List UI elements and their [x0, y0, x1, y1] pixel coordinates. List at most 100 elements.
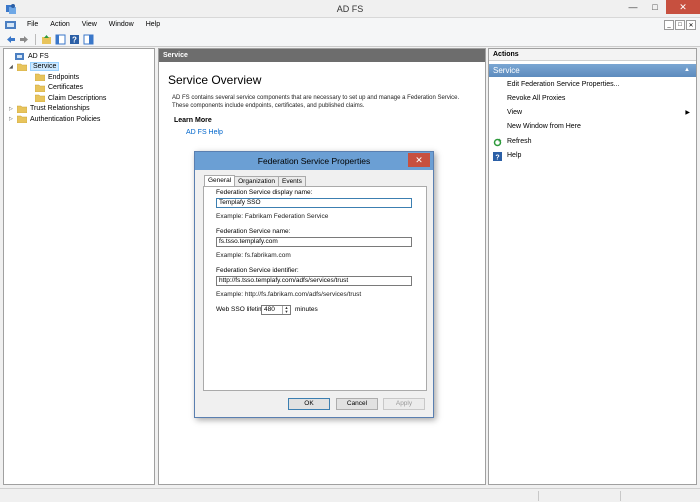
- center-pane-header: Service: [159, 49, 485, 62]
- mdi-restore-button[interactable]: □: [675, 20, 685, 30]
- folder-icon: [35, 94, 45, 102]
- menu-file[interactable]: File: [21, 18, 44, 32]
- spin-arrows-icon[interactable]: ▲ ▼: [282, 306, 290, 314]
- expand-arrow-icon[interactable]: ◢: [9, 64, 15, 70]
- learn-more-heading: Learn More: [174, 117, 212, 124]
- mdi-minimize-button[interactable]: _: [664, 20, 674, 30]
- service-description: AD FS contains several service component…: [172, 95, 460, 109]
- tab-general[interactable]: General: [204, 175, 236, 186]
- apply-button[interactable]: Apply: [383, 398, 425, 410]
- menu-view[interactable]: View: [76, 18, 103, 32]
- svg-text:?: ?: [72, 35, 77, 44]
- status-divider: [620, 491, 621, 501]
- tree-item-authentication-policies[interactable]: ▷ Authentication Policies: [9, 114, 100, 124]
- toolbar: ?: [0, 32, 700, 47]
- tree-item-ad-fs[interactable]: AD FS: [7, 51, 49, 61]
- close-button[interactable]: ✕: [666, 0, 700, 14]
- service-identifier-example: Example: http://fs.fabrikam.com/adfs/ser…: [216, 291, 362, 298]
- console-tree: AD FS ◢ Service Endpoints Certificates Claim …: [3, 48, 155, 485]
- help-icon: ?: [493, 152, 502, 161]
- federation-service-properties-dialog: Federation Service Properties ✕ General …: [194, 151, 434, 418]
- dialog-close-button[interactable]: ✕: [408, 153, 430, 167]
- minimize-button[interactable]: —: [622, 0, 644, 14]
- help-icon[interactable]: ?: [69, 34, 80, 45]
- service-name-example: Example: fs.fabrikam.com: [216, 252, 291, 259]
- menu-bar: File Action View Window Help _ □ ✕: [0, 18, 700, 32]
- show-hide-tree-icon[interactable]: [55, 34, 66, 45]
- menu-help[interactable]: Help: [140, 18, 166, 32]
- action-label: Help: [507, 152, 522, 159]
- action-label: New Window from Here: [507, 123, 581, 130]
- actions-pane: Actions Service ▲ Edit Federation Servic…: [488, 48, 697, 485]
- maximize-button[interactable]: □: [644, 0, 666, 14]
- service-identifier-field[interactable]: http://fs.tsso.templafy.com/adfs/service…: [216, 276, 412, 286]
- actions-header: Actions: [489, 49, 696, 61]
- expand-arrow-icon[interactable]: ▷: [9, 106, 15, 112]
- tree-item-claim-descriptions[interactable]: Claim Descriptions: [27, 93, 106, 103]
- tree-item-label: Claim Descriptions: [48, 94, 107, 102]
- tree-item-label: Authentication Policies: [30, 115, 101, 123]
- service-identifier-label: Federation Service identifier:: [216, 267, 299, 274]
- general-tab-panel: Federation Service display name: Templaf…: [203, 186, 427, 391]
- up-folder-icon[interactable]: [41, 34, 52, 45]
- cancel-button[interactable]: Cancel: [336, 398, 378, 410]
- collapse-caret-icon[interactable]: ▲: [684, 64, 690, 77]
- tab-organization[interactable]: Organization: [234, 176, 279, 186]
- display-name-label: Federation Service display name:: [216, 189, 313, 196]
- sso-lifetime-value: 480: [264, 306, 275, 313]
- action-label: Refresh: [507, 138, 532, 145]
- action-help[interactable]: ? Help: [489, 150, 696, 162]
- page-title: Service Overview: [168, 73, 262, 87]
- sso-lifetime-stepper[interactable]: 480 ▲ ▼: [261, 305, 291, 315]
- window-title: AD FS: [336, 4, 364, 14]
- sso-lifetime-unit: minutes: [295, 306, 318, 313]
- dialog-title-bar: Federation Service Properties ✕: [195, 152, 433, 170]
- tree-item-label: Endpoints: [48, 73, 80, 81]
- forward-arrow-icon[interactable]: [19, 34, 30, 45]
- action-label: View: [507, 109, 523, 116]
- display-name-example: Example: Fabrikam Federation Service: [216, 213, 329, 220]
- tree-item-label: Certificates: [48, 84, 84, 91]
- action-revoke-all-proxies[interactable]: Revoke All Proxies: [489, 93, 696, 105]
- tree-item-label: Service: [30, 62, 60, 71]
- console-icon: [5, 21, 16, 29]
- menu-window[interactable]: Window: [103, 18, 140, 32]
- action-new-window-from-here[interactable]: New Window from Here: [489, 121, 696, 133]
- actions-section-label: Service: [493, 66, 520, 75]
- tree-item-trust-relationships[interactable]: ▷ Trust Relationships: [9, 104, 90, 114]
- dialog-tabs: General Organization Events: [204, 175, 306, 186]
- back-arrow-icon[interactable]: [5, 34, 16, 45]
- adfs-root-icon: [15, 53, 24, 60]
- tree-item-certificates[interactable]: Certificates: [27, 83, 83, 93]
- action-view[interactable]: View ▶: [489, 107, 696, 119]
- status-bar: [0, 488, 700, 502]
- ok-button[interactable]: OK: [288, 398, 330, 410]
- folder-icon: [35, 84, 45, 92]
- action-label: Revoke All Proxies: [507, 95, 566, 102]
- status-divider: [538, 491, 539, 501]
- action-label: Edit Federation Service Properties...: [507, 81, 620, 88]
- tab-events[interactable]: Events: [277, 176, 306, 186]
- tree-item-label: AD FS: [28, 52, 49, 60]
- dialog-title: Federation Service Properties: [257, 156, 371, 166]
- display-name-field[interactable]: Templafy SSO: [216, 198, 412, 208]
- actions-section-service[interactable]: Service ▲: [489, 64, 696, 77]
- svg-text:?: ?: [495, 155, 499, 162]
- tree-item-endpoints[interactable]: Endpoints: [27, 72, 79, 82]
- adfs-help-link[interactable]: AD FS Help: [186, 129, 223, 136]
- service-name-label: Federation Service name:: [216, 228, 291, 235]
- action-edit-federation-service-properties[interactable]: Edit Federation Service Properties...: [489, 79, 696, 91]
- folder-icon: [17, 105, 27, 113]
- tree-item-label: Trust Relationships: [30, 105, 90, 112]
- service-name-field[interactable]: fs.tsso.templafy.com: [216, 237, 412, 247]
- show-action-pane-icon[interactable]: [83, 34, 94, 45]
- action-refresh[interactable]: Refresh: [489, 136, 696, 148]
- tree-item-service[interactable]: ◢ Service: [9, 62, 60, 72]
- submenu-arrow-icon: ▶: [685, 110, 690, 116]
- expand-arrow-icon[interactable]: ▷: [9, 116, 15, 122]
- refresh-icon: [493, 138, 502, 147]
- mdi-close-button[interactable]: ✕: [686, 20, 696, 30]
- menu-action[interactable]: Action: [44, 18, 75, 32]
- folder-icon: [17, 115, 27, 123]
- folder-icon: [17, 63, 27, 71]
